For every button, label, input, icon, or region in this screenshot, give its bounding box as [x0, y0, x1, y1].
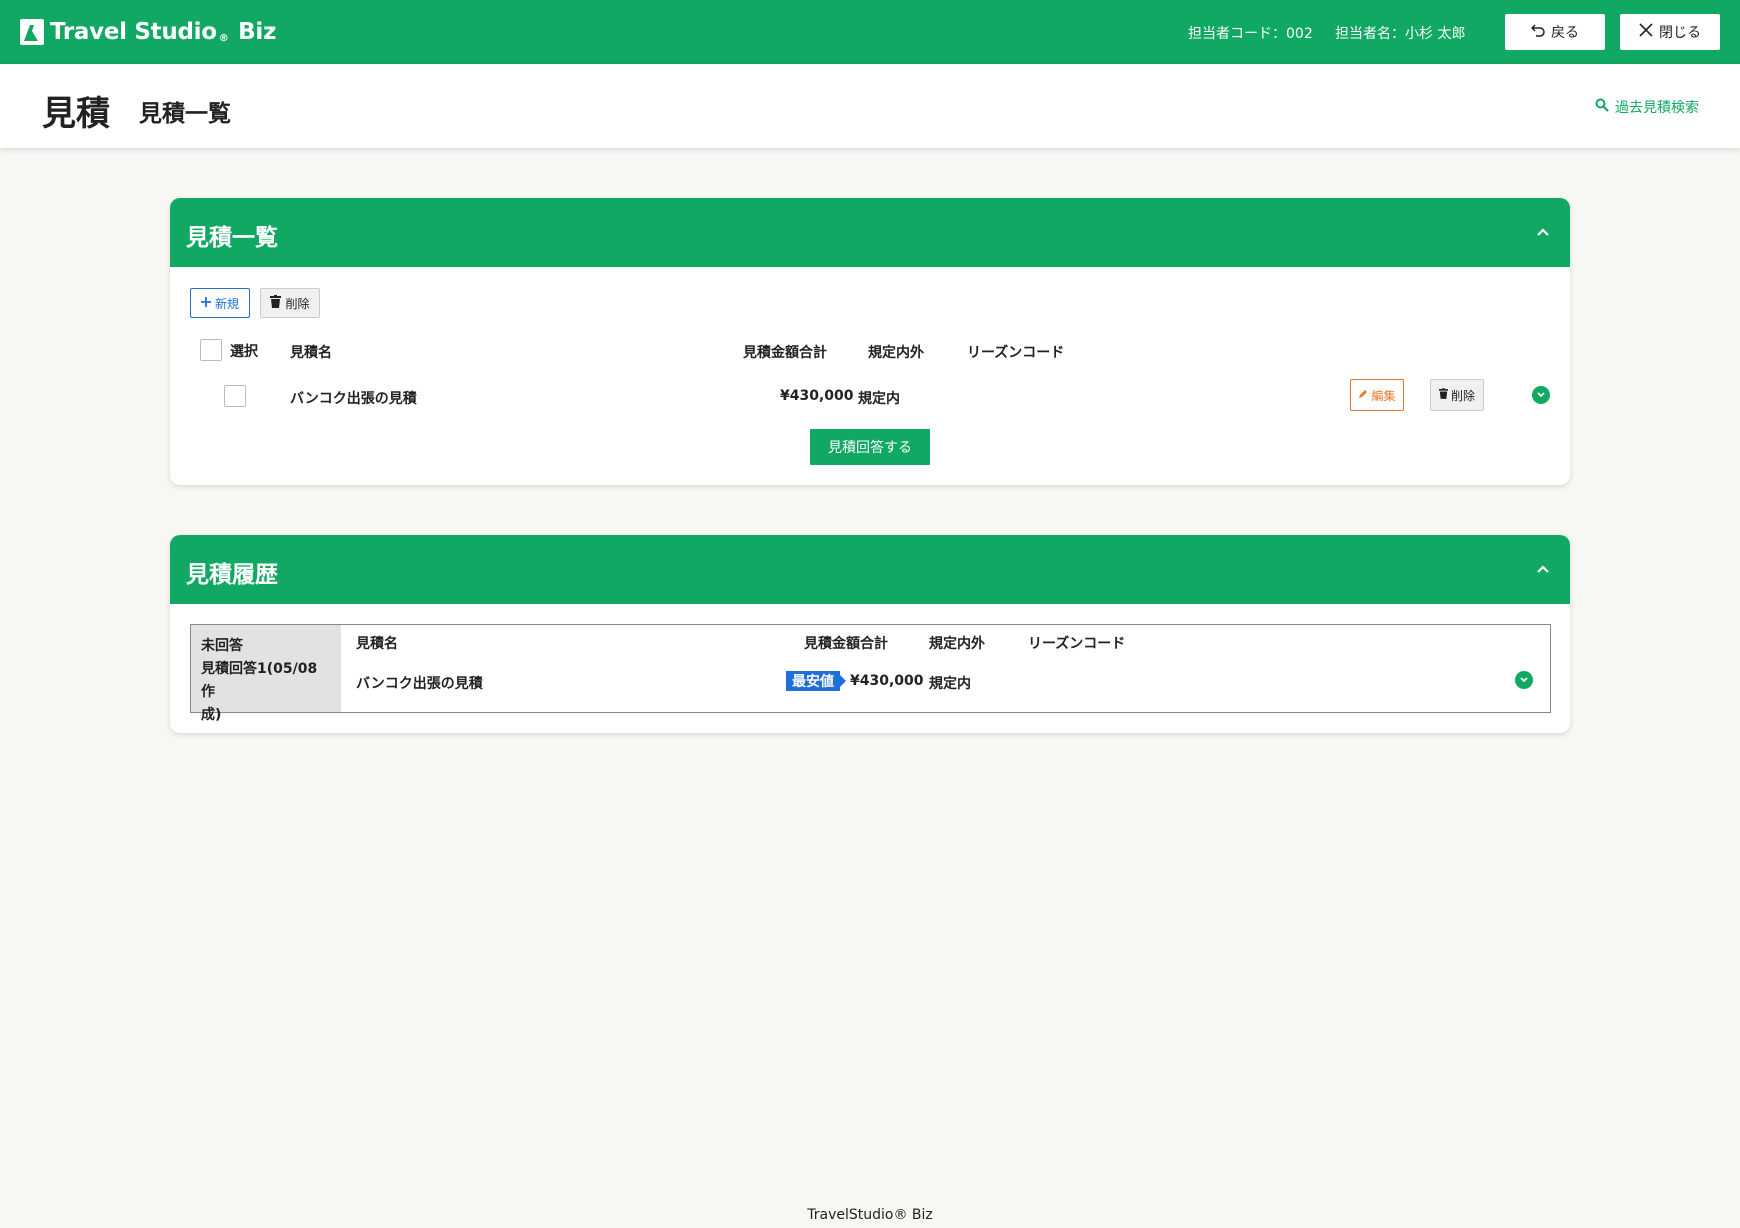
estimate-list-card: 見積一覧 新規 削除 選択 見積名 見積金額合計 規定内外 リーズンコード バン…: [170, 198, 1570, 485]
close-icon: [1639, 23, 1653, 41]
past-estimate-search-link[interactable]: 過去見積検索: [1595, 97, 1699, 117]
staff-name: 担当者名：小杉 太郎: [1335, 26, 1466, 42]
row-total: ¥430,000: [780, 388, 854, 404]
column-reason: リーズンコード: [967, 345, 1065, 361]
row-policy: 規定内: [858, 391, 900, 407]
row-checkbox[interactable]: [224, 385, 246, 407]
close-button[interactable]: 閉じる: [1620, 14, 1720, 50]
page-title: 見積: [42, 94, 110, 134]
submit-estimate-answer-button[interactable]: 見積回答する: [810, 429, 930, 465]
undo-icon: [1530, 23, 1545, 41]
history-status-line: 見積回答1(05/08作: [201, 661, 318, 700]
edit-label: 編集: [1371, 388, 1396, 403]
estimate-list-title: 見積一覧: [186, 225, 278, 251]
page-subtitle: 見積一覧: [139, 101, 231, 127]
select-all-checkbox[interactable]: [200, 339, 222, 361]
lowest-price-badge: 最安値: [786, 671, 846, 691]
past-estimate-search-label: 過去見積検索: [1615, 100, 1699, 116]
logo-text: Travel Studio ® Biz: [50, 19, 277, 45]
history-column-name: 見積名: [356, 636, 398, 652]
history-estimate-name: バンコク出張の見積: [356, 676, 483, 692]
column-total: 見積金額合計: [743, 345, 827, 361]
top-bar: Travel Studio ® Biz 担当者コード：002 担当者名：小杉 太郎…: [0, 0, 1740, 64]
trash-icon: [1438, 388, 1448, 402]
close-button-label: 閉じる: [1659, 25, 1701, 41]
back-button[interactable]: 戻る: [1505, 14, 1605, 50]
history-column-reason: リーズンコード: [1028, 636, 1126, 652]
logo-icon: [20, 19, 44, 45]
history-column-policy: 規定内外: [929, 636, 985, 652]
estimate-history-title: 見積履歴: [186, 562, 278, 588]
history-policy: 規定内: [929, 676, 971, 692]
expand-row-chevron-down-icon[interactable]: [1532, 386, 1550, 404]
chevron-up-icon[interactable]: [1536, 559, 1550, 578]
history-status-line: 成): [201, 707, 222, 723]
estimate-history-card-header[interactable]: 見積履歴: [170, 535, 1570, 604]
trash-icon: [270, 295, 282, 311]
row-delete-button[interactable]: 削除: [1430, 379, 1484, 411]
back-button-label: 戻る: [1551, 25, 1579, 41]
column-name: 見積名: [290, 345, 332, 361]
search-icon: [1595, 98, 1609, 116]
column-policy: 規定内外: [868, 345, 924, 361]
new-estimate-label: 新規: [214, 296, 239, 311]
row-delete-label: 削除: [1450, 388, 1475, 403]
chevron-up-icon[interactable]: [1536, 222, 1550, 241]
row-estimate-name: バンコク出張の見積: [290, 391, 417, 407]
estimate-list-card-header[interactable]: 見積一覧: [170, 198, 1570, 267]
history-column-total: 見積金額合計: [804, 636, 888, 652]
history-total: ¥430,000: [850, 673, 924, 689]
history-status-line: 未回答: [201, 638, 243, 654]
column-select: 選択: [230, 344, 258, 360]
page-header: 見積 見積一覧 過去見積検索: [0, 64, 1740, 148]
plus-icon: [200, 296, 211, 310]
staff-code: 担当者コード：002: [1188, 26, 1313, 42]
history-status: 未回答 見積回答1(05/08作 成): [191, 625, 341, 723]
bulk-delete-button[interactable]: 削除: [260, 288, 320, 318]
expand-history-chevron-down-icon[interactable]: [1515, 671, 1533, 689]
logo: Travel Studio ® Biz: [20, 18, 276, 46]
bulk-delete-label: 削除: [285, 296, 310, 311]
pencil-icon: [1358, 388, 1368, 402]
history-entry: 未回答 見積回答1(05/08作 成) 見積名 見積金額合計 規定内外 リーズン…: [190, 624, 1551, 723]
edit-button[interactable]: 編集: [1350, 379, 1404, 411]
footer: TravelStudio® Biz: [807, 1207, 933, 1223]
estimate-history-card: 見積履歴 未回答 見積回答1(05/08作 成) 見積名 見積金額合計 規定内外…: [170, 535, 1570, 733]
new-estimate-button[interactable]: 新規: [190, 288, 250, 318]
